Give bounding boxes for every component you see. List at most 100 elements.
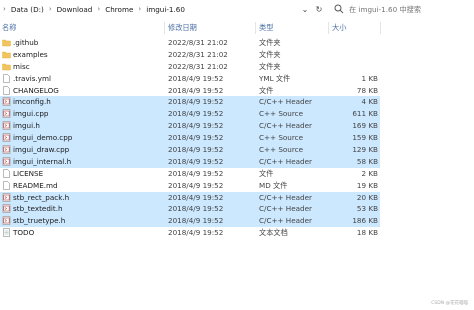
- file-row[interactable]: imgui.cpp 2018/4/9 19:52 C++ Source 611 KB: [0, 108, 380, 121]
- file-date: 2018/4/9 19:52: [168, 109, 224, 119]
- file-row[interactable]: imgui_demo.cpp 2018/4/9 19:52 C++ Source 15…: [0, 132, 380, 145]
- column-divider[interactable]: [380, 22, 381, 34]
- chevron-right-icon: ›: [48, 5, 52, 13]
- file-icon: [2, 73, 11, 83]
- file-name: imgui_demo.cpp: [13, 133, 73, 143]
- file-name: .travis.yml: [13, 73, 51, 83]
- file-type: MD 文件: [259, 180, 288, 190]
- column-size[interactable]: 大小: [332, 23, 346, 33]
- file-type: 文件夹: [259, 61, 281, 71]
- file-date: 2018/4/9 19:52: [168, 180, 224, 190]
- file-name: imgui.cpp: [13, 109, 49, 119]
- file-row[interactable]: LICENSE 2018/4/9 19:52 文件 2 KB: [0, 168, 380, 180]
- file-size: 20 KB: [356, 192, 378, 202]
- file-type: C/C++ Header: [259, 216, 312, 226]
- file-name: CHANGELOG: [13, 85, 59, 95]
- file-date: 2018/4/9 19:52: [168, 85, 224, 95]
- file-type: C/C++ Header: [259, 121, 312, 131]
- file-size: 19 KB: [356, 180, 378, 190]
- text-file-icon: [2, 228, 11, 237]
- file-row[interactable]: misc 2022/8/31 21:02 文件夹: [0, 61, 380, 73]
- file-row[interactable]: TODO 2018/4/9 19:52 文本文档 18 KB: [0, 227, 380, 239]
- code-file-icon: [2, 157, 11, 166]
- file-name: imconfig.h: [13, 97, 51, 107]
- file-row[interactable]: stb_rect_pack.h 2018/4/9 19:52 C/C++ Heade…: [0, 191, 380, 204]
- file-row[interactable]: stb_textedit.h 2018/4/9 19:52 C/C++ Header…: [0, 203, 380, 216]
- breadcrumb: › Data (D:) › Download › Chrome › imgui-…: [0, 1, 187, 17]
- file-size: 4 KB: [361, 97, 378, 107]
- breadcrumb-download[interactable]: Download: [55, 5, 95, 14]
- file-size: 2 KB: [361, 168, 378, 178]
- file-date: 2018/4/9 19:52: [168, 97, 224, 107]
- file-name: README.md: [13, 180, 58, 190]
- file-size: 159 KB: [352, 133, 378, 143]
- file-row[interactable]: imgui.h 2018/4/9 19:52 C/C++ Header 169 KB: [0, 120, 380, 133]
- file-name: stb_rect_pack.h: [13, 192, 70, 202]
- file-name: imgui_internal.h: [13, 156, 72, 166]
- code-file-icon: [2, 216, 11, 226]
- chevron-down-icon[interactable]: ⌄: [298, 1, 312, 17]
- file-name: imgui_draw.cpp: [13, 145, 70, 155]
- breadcrumb-chrome[interactable]: Chrome: [103, 5, 135, 14]
- file-row[interactable]: examples 2022/8/31 21:02 文件夹: [0, 49, 380, 61]
- column-type[interactable]: 类型: [259, 23, 273, 33]
- file-type: C/C++ Header: [259, 156, 312, 166]
- folder-icon: [2, 38, 11, 47]
- file-name: stb_textedit.h: [13, 204, 63, 214]
- code-file-icon: [2, 204, 11, 214]
- breadcrumb-imgui[interactable]: imgui-1.60: [144, 5, 187, 14]
- file-row[interactable]: .travis.yml 2018/4/9 19:52 YML 文件 1 KB: [0, 73, 380, 85]
- file-type: C++ Source: [259, 145, 304, 155]
- file-name: misc: [13, 61, 30, 71]
- file-name: examples: [13, 49, 48, 59]
- code-file-icon: [2, 97, 11, 107]
- file-type: C++ Source: [259, 133, 304, 143]
- column-divider[interactable]: [328, 22, 329, 34]
- file-date: 2018/4/9 19:52: [168, 145, 224, 155]
- chevron-right-icon: ›: [3, 5, 6, 13]
- column-divider[interactable]: [164, 22, 165, 34]
- file-size: 53 KB: [356, 204, 378, 214]
- address-bar: › Data (D:) › Download › Chrome › imgui-…: [0, 0, 474, 18]
- chevron-right-icon: ›: [97, 5, 101, 13]
- file-size: 611 KB: [352, 109, 378, 119]
- file-date: 2018/4/9 19:52: [168, 192, 224, 202]
- file-name: TODO: [13, 228, 35, 238]
- file-type: C/C++ Header: [259, 97, 312, 107]
- file-row[interactable]: .github 2022/8/31 21:02 文件夹: [0, 37, 380, 49]
- file-row[interactable]: CHANGELOG 2018/4/9 19:52 文件 78 KB: [0, 85, 380, 97]
- column-name[interactable]: 名称: [2, 23, 16, 33]
- file-date: 2018/4/9 19:52: [168, 156, 224, 166]
- file-size: 129 KB: [352, 145, 378, 155]
- code-file-icon: [2, 145, 11, 154]
- search-input[interactable]: [346, 4, 469, 14]
- file-type: 文件夹: [259, 38, 281, 47]
- file-icon: [2, 85, 11, 95]
- file-type: C/C++ Header: [259, 204, 312, 214]
- file-type: C/C++ Header: [259, 192, 312, 202]
- breadcrumb-drive[interactable]: Data (D:): [9, 5, 46, 14]
- file-type: 文件夹: [259, 49, 281, 59]
- file-list: .github 2022/8/31 21:02 文件夹 examples 2022/8/…: [0, 37, 474, 239]
- code-file-icon: [2, 133, 11, 142]
- file-type: C++ Source: [259, 109, 304, 119]
- file-name: LICENSE: [13, 168, 44, 178]
- file-row[interactable]: imgui_internal.h 2018/4/9 19:52 C/C++ Head…: [0, 155, 380, 168]
- file-row[interactable]: imconfig.h 2018/4/9 19:52 C/C++ Header 4 KB: [0, 96, 380, 109]
- file-name: stb_truetype.h: [13, 216, 66, 226]
- column-date[interactable]: 修改日期: [168, 23, 197, 33]
- watermark: CSDN @花花喵喵: [431, 301, 468, 306]
- search-box[interactable]: [330, 1, 474, 17]
- refresh-icon[interactable]: ↻: [312, 1, 326, 17]
- column-divider[interactable]: [255, 22, 256, 34]
- code-file-icon: [2, 121, 11, 130]
- file-row[interactable]: stb_truetype.h 2018/4/9 19:52 C/C++ Header…: [0, 215, 380, 228]
- file-date: 2018/4/9 19:52: [168, 216, 224, 226]
- file-size: 58 KB: [356, 156, 378, 166]
- file-row[interactable]: imgui_draw.cpp 2018/4/9 19:52 C++ Source 12…: [0, 144, 380, 156]
- chevron-right-icon: ›: [138, 5, 142, 13]
- file-date: 2018/4/9 19:52: [168, 121, 224, 131]
- code-file-icon: [2, 109, 11, 119]
- file-row[interactable]: README.md 2018/4/9 19:52 MD 文件 19 KB: [0, 180, 380, 192]
- file-size: 186 KB: [352, 216, 378, 226]
